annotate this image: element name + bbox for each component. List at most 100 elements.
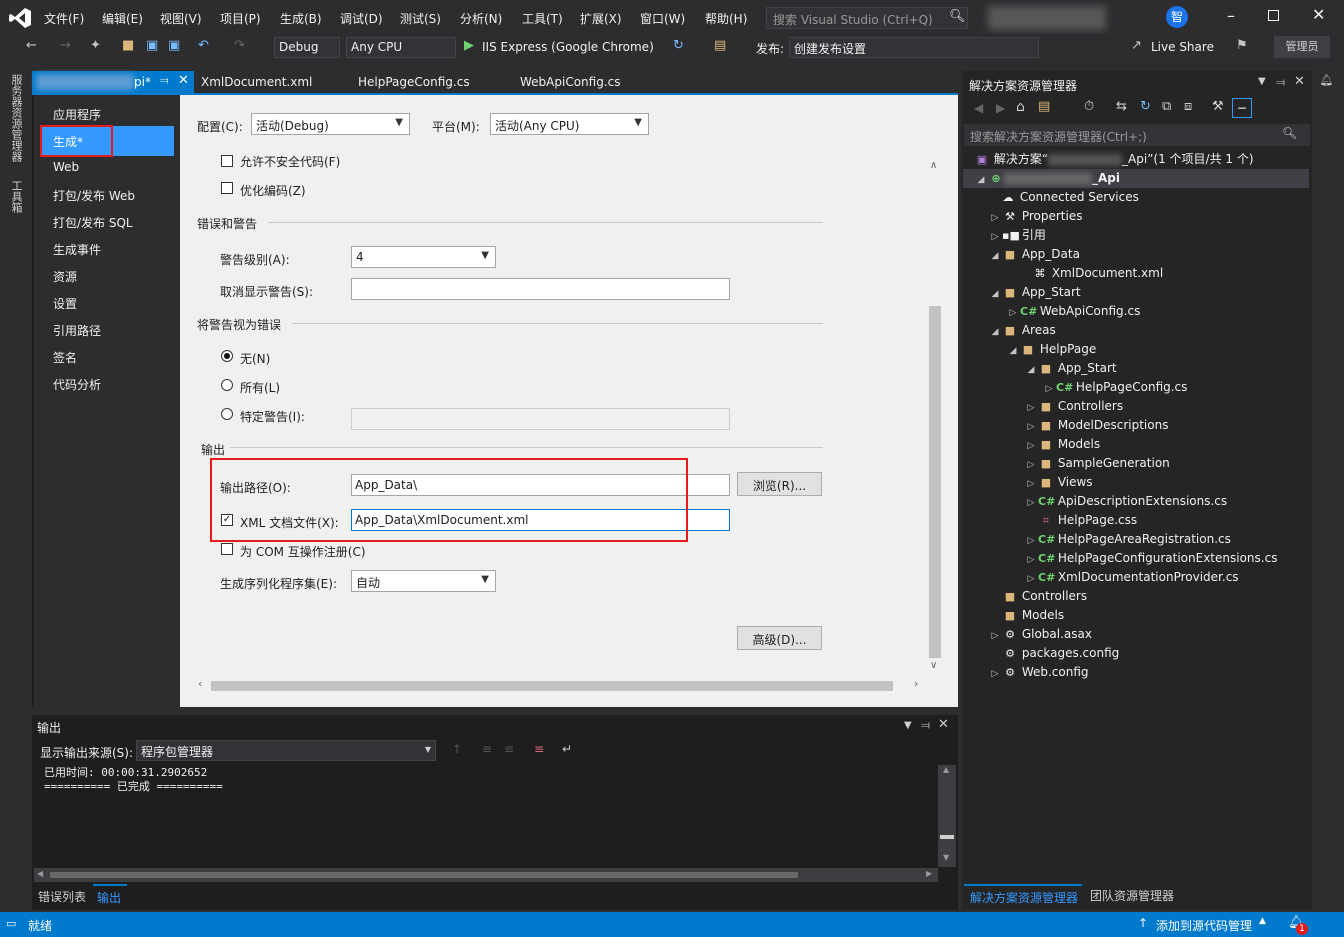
pin-icon[interactable]: ⫤ xyxy=(160,74,168,88)
minimize-icon[interactable]: – xyxy=(1227,6,1235,25)
tree-controllers[interactable]: ■ Controllers xyxy=(1002,587,1087,606)
prev-message-icon[interactable]: ≡ xyxy=(482,742,492,756)
scroll-thumb[interactable] xyxy=(50,872,798,878)
allow-unsafe-checkbox[interactable] xyxy=(221,155,233,167)
menu-file[interactable]: 文件(F) xyxy=(44,10,84,27)
search-icon[interactable]: 🔍︎ xyxy=(1282,126,1297,140)
serialization-select[interactable]: 自动 ▼ xyxy=(351,570,496,592)
save-all-icon[interactable]: ▣ xyxy=(168,38,180,53)
nav-build-events[interactable]: 生成事件 xyxy=(53,241,101,258)
pin-icon[interactable]: ⫤ xyxy=(1276,75,1285,90)
feedback-icon[interactable]: ⚑ xyxy=(1236,38,1248,53)
scroll-thumb[interactable] xyxy=(940,835,954,839)
menu-view[interactable]: 视图(V) xyxy=(160,10,202,27)
scroll-down-icon[interactable]: ▼ xyxy=(943,853,949,862)
menu-extensions[interactable]: 扩展(X) xyxy=(580,10,622,27)
nav-package-web[interactable]: 打包/发布 Web xyxy=(53,187,135,204)
scroll-thumb[interactable] xyxy=(211,681,893,691)
menu-edit[interactable]: 编辑(E) xyxy=(102,10,143,27)
tab-webapiconfig[interactable]: WebApiConfig.cs xyxy=(520,75,621,89)
close-panel-icon[interactable]: ✕ xyxy=(938,717,949,732)
redo-icon[interactable]: ↷ xyxy=(234,38,245,53)
server-explorer-tab[interactable]: 服务器资源管理器 xyxy=(8,74,24,162)
back-icon[interactable]: ← xyxy=(26,38,37,53)
back-icon[interactable]: ◀ xyxy=(974,101,983,115)
search-icon[interactable]: 🔍︎ xyxy=(949,9,966,24)
tree-app-data[interactable]: ◢ ■ App_Data xyxy=(988,245,1080,264)
tree-app-start[interactable]: ◢ ■ App_Start xyxy=(988,283,1081,302)
pin-icon[interactable]: ⫤ xyxy=(921,718,930,733)
tab-output[interactable]: 输出 xyxy=(93,884,127,906)
tree-helppage-css[interactable]: ⌗ HelpPage.css xyxy=(1038,511,1137,530)
config-select[interactable]: 活动(Debug) ▼ xyxy=(251,113,410,135)
tree-solution-root[interactable]: ▣ 解决方案“ _Api”(1 个项目/共 1 个) xyxy=(974,150,1254,169)
menu-build[interactable]: 生成(B) xyxy=(280,10,322,27)
word-wrap-icon[interactable]: ↵ xyxy=(562,742,572,756)
open-folder-icon[interactable]: ■ xyxy=(122,38,134,53)
tree-helppage[interactable]: ◢ ■ HelpPage xyxy=(1006,340,1097,359)
tree-helppageconfig[interactable]: ▷ C# HelpPageConfig.cs xyxy=(1042,378,1188,397)
panel-menu-icon[interactable]: ▼ xyxy=(1258,76,1266,87)
advanced-button[interactable]: 高级(D)... xyxy=(737,626,822,650)
nav-signing[interactable]: 签名 xyxy=(53,349,77,366)
nav-reference-paths[interactable]: 引用路径 xyxy=(53,322,101,339)
solution-config-select[interactable]: Debug xyxy=(274,37,340,58)
new-project-icon[interactable]: ✦ xyxy=(90,38,101,53)
nav-package-sql[interactable]: 打包/发布 SQL xyxy=(53,214,133,231)
tree-webapiconfig[interactable]: ▷ C# WebApiConfig.cs xyxy=(1006,302,1141,321)
tab-team-explorer[interactable]: 团队资源管理器 xyxy=(1090,887,1174,904)
suppress-warnings-input[interactable] xyxy=(351,278,730,300)
live-share-icon[interactable]: ↗ xyxy=(1131,38,1142,53)
tree-connected-services[interactable]: ☁ Connected Services xyxy=(1000,188,1139,207)
panel-menu-icon[interactable]: ▼ xyxy=(904,720,912,731)
tree-helppageconfigurationextensions[interactable]: ▷ C# HelpPageConfigurationExtensions.cs xyxy=(1024,549,1278,568)
warning-level-select[interactable]: 4 ▼ xyxy=(351,246,496,268)
start-debug-icon[interactable]: ▶ xyxy=(464,38,474,53)
user-avatar[interactable]: 智 xyxy=(1166,6,1188,28)
tab-xmldocument[interactable]: XmlDocument.xml xyxy=(201,75,312,89)
scroll-right-icon[interactable]: ▶ xyxy=(926,869,932,878)
scroll-right-icon[interactable]: › xyxy=(914,677,918,690)
undo-icon[interactable]: ↶ xyxy=(198,38,209,53)
tree-modeldescriptions[interactable]: ▷ ■ ModelDescriptions xyxy=(1024,416,1169,435)
browser-link-icon[interactable]: ▤ xyxy=(714,38,726,53)
nav-code-analysis[interactable]: 代码分析 xyxy=(53,376,101,393)
optimize-checkbox[interactable] xyxy=(221,182,233,194)
refresh-icon[interactable]: ↻ xyxy=(1140,99,1151,114)
menu-help[interactable]: 帮助(H) xyxy=(705,10,747,27)
platform-select[interactable]: 活动(Any CPU) ▼ xyxy=(490,113,649,135)
nav-resources[interactable]: 资源 xyxy=(53,268,77,285)
tree-project[interactable]: ◢ ⊕ _Api xyxy=(974,169,1120,188)
horizontal-scrollbar[interactable]: ‹ › xyxy=(196,677,926,693)
collapse-all-icon[interactable]: ⧉ xyxy=(1162,99,1171,114)
treat-all-radio[interactable] xyxy=(221,379,233,391)
publish-profile-select[interactable]: 创建发布设置 xyxy=(789,37,1039,58)
menu-project[interactable]: 项目(P) xyxy=(220,10,261,27)
tree-properties[interactable]: ▷ ⚒ Properties xyxy=(988,207,1083,226)
find-message-icon[interactable]: ↑ xyxy=(452,742,462,756)
output-horizontal-scrollbar[interactable]: ◀ ▶ xyxy=(34,868,938,882)
menu-window[interactable]: 窗口(W) xyxy=(640,10,685,27)
tree-views[interactable]: ▷ ■ Views xyxy=(1024,473,1093,492)
tree-areas[interactable]: ◢ ■ Areas xyxy=(988,321,1056,340)
maximize-icon[interactable] xyxy=(1268,10,1279,21)
save-icon[interactable]: ▣ xyxy=(146,38,158,53)
scroll-left-icon[interactable]: ◀ xyxy=(37,869,43,878)
add-to-source-control-button[interactable]: 添加到源代码管理 xyxy=(1156,917,1252,934)
notifications-side-tab[interactable]: 🔔︎ xyxy=(1316,72,1340,102)
tree-packages-config[interactable]: ⚙ packages.config xyxy=(1002,644,1119,663)
treat-specific-radio[interactable] xyxy=(221,408,233,420)
next-message-icon[interactable]: ≡ xyxy=(504,742,514,756)
scroll-up-icon[interactable]: ∧ xyxy=(930,160,937,171)
menu-debug[interactable]: 调试(D) xyxy=(340,10,383,27)
scroll-thumb[interactable] xyxy=(929,306,941,658)
solution-platform-select[interactable]: Any CPU xyxy=(346,37,456,58)
tab-helppageconfig[interactable]: HelpPageConfig.cs xyxy=(358,75,470,89)
sync-icon[interactable]: ⇆ xyxy=(1116,99,1127,114)
browse-button[interactable]: 浏览(R)... xyxy=(737,472,822,496)
tab-error-list[interactable]: 错误列表 xyxy=(38,888,86,905)
tree-xmldocumentationprovider[interactable]: ▷ C# XmlDocumentationProvider.cs xyxy=(1024,568,1239,587)
solution-search-box[interactable]: 搜索解决方案资源管理器(Ctrl+;) 🔍︎ xyxy=(964,124,1310,146)
switch-views-icon[interactable]: ▤ xyxy=(1038,99,1050,114)
menu-test[interactable]: 测试(S) xyxy=(400,10,441,27)
